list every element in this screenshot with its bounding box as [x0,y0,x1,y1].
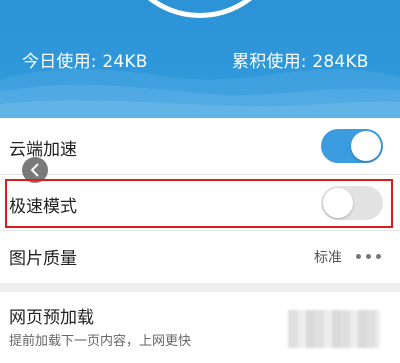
page-preload-description: 提前加载下一页内容，上网更快 [9,334,192,349]
image-quality-label: 图片质量 [9,249,77,269]
total-usage: 累积使用: 284KB [232,52,369,72]
cloud-acceleration-toggle[interactable] [321,129,383,163]
image-quality-value: 标准 [314,250,342,266]
page-preload-toggle-blurred[interactable] [288,310,380,348]
usage-header: 今日使用: 24KB 累积使用: 284KB [0,0,400,118]
settings-page: 今日使用: 24KB 累积使用: 284KB 云端加速 极速模式 图片质量 标准 [0,0,400,363]
speed-mode-highlight-box [5,179,393,228]
chevron-left-icon [30,163,39,177]
setting-row-cloud-acceleration: 云端加速 [0,118,400,174]
setting-row-page-preload: 网页预加载 提前加载下一页内容，上网更快 [0,292,400,363]
setting-row-image-quality[interactable]: 图片质量 标准 [0,231,400,283]
today-usage: 今日使用: 24KB [22,52,148,72]
page-preload-label: 网页预加载 [9,308,94,328]
cloud-acceleration-label: 云端加速 [9,140,77,160]
toggle-knob [351,131,381,161]
more-dots-icon[interactable] [356,254,382,260]
